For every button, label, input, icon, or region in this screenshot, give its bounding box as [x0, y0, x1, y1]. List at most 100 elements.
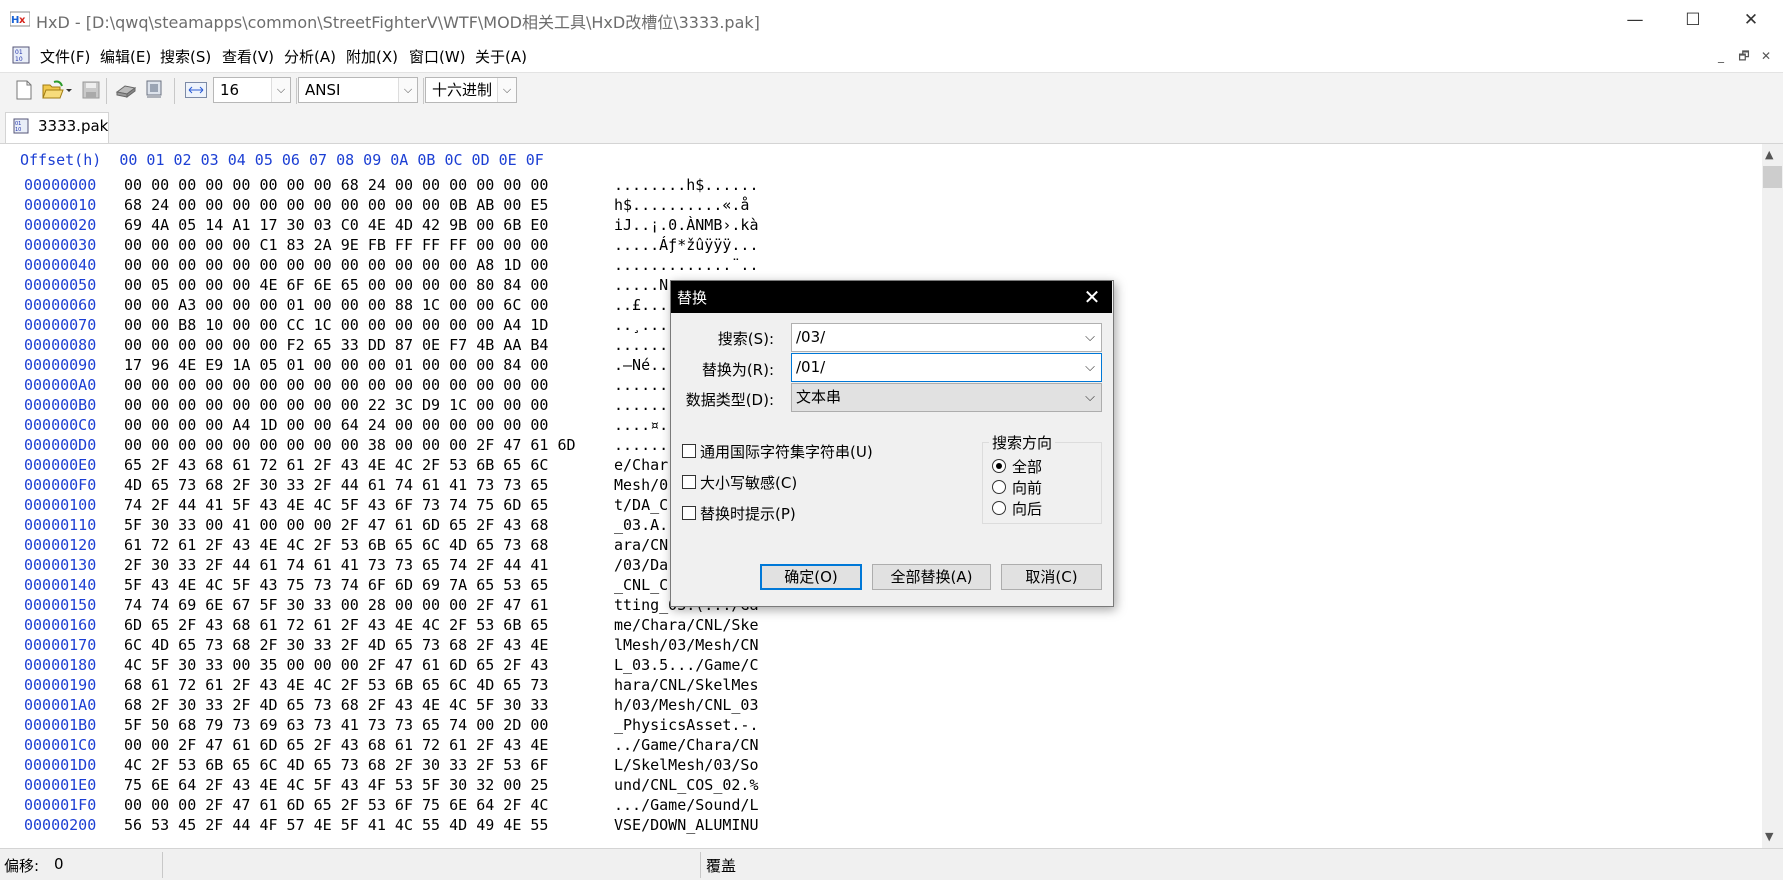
menu-edit[interactable]: 编辑(E)	[100, 46, 151, 67]
row-text[interactable]: ......	[614, 436, 668, 454]
prompt-on-replace-label[interactable]: 替换时提示(P)	[700, 503, 796, 524]
row-hex-bytes[interactable]: 61 72 61 2F 43 4E 4C 2F 53 6B 65 6C 4D 6…	[124, 536, 548, 554]
row-text[interactable]: .....N	[614, 276, 668, 294]
direction-backward-label[interactable]: 向后	[1012, 498, 1042, 519]
row-text[interactable]: VSE/DOWN_ALUMINU	[614, 816, 759, 834]
menu-file[interactable]: 文件(F)	[40, 46, 90, 67]
row-text[interactable]: .–Né..	[614, 356, 668, 374]
row-text[interactable]: ..£...	[614, 296, 668, 314]
row-text[interactable]: ......	[614, 396, 668, 414]
row-text[interactable]: L/SkelMesh/03/So	[614, 756, 759, 774]
row-text[interactable]: /03/Da	[614, 556, 668, 574]
row-text[interactable]: t/DA_C	[614, 496, 668, 514]
row-text[interactable]: me/Chara/CNL/Ske	[614, 616, 759, 634]
row-text[interactable]: .../Game/Sound/L	[614, 796, 759, 814]
row-hex-bytes[interactable]: 69 4A 05 14 A1 17 30 03 C0 4E 4D 42 9B 0…	[124, 216, 548, 234]
row-hex-bytes[interactable]: 6C 4D 65 73 68 2F 30 33 2F 4D 65 73 68 2…	[124, 636, 548, 654]
row-hex-bytes[interactable]: 4C 2F 53 6B 65 6C 4D 65 73 68 2F 30 33 2…	[124, 756, 548, 774]
datatype-select[interactable]: 文本串 ⌵	[791, 383, 1102, 412]
maximize-button[interactable]: ☐	[1664, 0, 1722, 40]
row-text[interactable]: h/03/Mesh/CNL_03	[614, 696, 759, 714]
row-text[interactable]: und/CNL_COS_02.%	[614, 776, 759, 794]
row-hex-bytes[interactable]: 00 00 00 00 00 00 00 00 00 00 00 00 00 0…	[124, 376, 548, 394]
row-hex-bytes[interactable]: 00 00 00 00 00 00 00 00 00 00 00 00 00 A…	[124, 256, 548, 274]
row-hex-bytes[interactable]: 00 00 00 00 00 00 00 00 00 38 00 00 00 2…	[124, 436, 576, 454]
row-hex-bytes[interactable]: 4D 65 73 68 2F 30 33 2F 44 61 74 61 41 7…	[124, 476, 548, 494]
row-hex-bytes[interactable]: 68 24 00 00 00 00 00 00 00 00 00 00 0B A…	[124, 196, 548, 214]
direction-forward-label[interactable]: 向前	[1012, 477, 1042, 498]
prompt-on-replace-checkbox[interactable]	[682, 506, 696, 520]
row-hex-bytes[interactable]: 56 53 45 2F 44 4F 57 4E 5F 41 4C 55 4D 4…	[124, 816, 548, 834]
row-text[interactable]: ara/CN	[614, 536, 668, 554]
open-file-icon[interactable]	[42, 80, 72, 100]
row-hex-bytes[interactable]: 75 6E 64 2F 43 4E 4C 5F 43 4F 53 5F 30 3…	[124, 776, 548, 794]
unicode-checkbox[interactable]	[682, 444, 696, 458]
row-text[interactable]: Mesh/0	[614, 476, 668, 494]
row-text[interactable]: _CNL_C	[614, 576, 668, 594]
row-text[interactable]: L_03.5.../Game/C	[614, 656, 759, 674]
mdi-restore-button[interactable]: 🗗	[1735, 48, 1753, 64]
menu-window[interactable]: 窗口(W)	[409, 46, 466, 67]
menu-extras[interactable]: 附加(X)	[346, 46, 398, 67]
row-hex-bytes[interactable]: 74 2F 44 41 5F 43 4E 4C 5F 43 6F 73 74 7…	[124, 496, 548, 514]
menu-analysis[interactable]: 分析(A)	[284, 46, 336, 67]
row-hex-bytes[interactable]: 4C 5F 30 33 00 35 00 00 00 2F 47 61 6D 6…	[124, 656, 548, 674]
cancel-button[interactable]: 取消(C)	[1001, 564, 1102, 590]
chevron-down-icon[interactable]: ⌵	[1085, 324, 1095, 351]
new-file-icon[interactable]	[15, 80, 33, 100]
case-sensitive-checkbox[interactable]	[682, 475, 696, 489]
row-hex-bytes[interactable]: 00 00 A3 00 00 00 01 00 00 00 88 1C 00 0…	[124, 296, 548, 314]
mdi-minimize-button[interactable]: _	[1712, 48, 1730, 64]
row-text[interactable]: hara/CNL/SkelMes	[614, 676, 759, 694]
row-text[interactable]: e/Char	[614, 456, 668, 474]
search-input[interactable]: /03/ ⌵	[791, 323, 1102, 352]
offset-base-select[interactable]: 十六进制 ⌵	[425, 77, 517, 103]
row-hex-bytes[interactable]: 6D 65 2F 43 68 61 72 61 2F 43 4E 4C 2F 5…	[124, 616, 548, 634]
direction-all-label[interactable]: 全部	[1012, 456, 1042, 477]
row-text[interactable]: ........h$......	[614, 176, 759, 194]
vertical-scrollbar[interactable]	[1762, 144, 1783, 848]
row-text[interactable]: ......	[614, 336, 668, 354]
direction-backward-radio[interactable]	[992, 501, 1006, 515]
case-sensitive-label[interactable]: 大小写敏感(C)	[700, 472, 797, 493]
row-hex-bytes[interactable]: 00 05 00 00 00 4E 6F 6E 65 00 00 00 00 8…	[124, 276, 548, 294]
row-hex-bytes[interactable]: 2F 30 33 2F 44 61 74 61 41 73 73 65 74 2…	[124, 556, 548, 574]
row-text[interactable]: ....¤.	[614, 416, 668, 434]
scroll-down-icon[interactable]: ▼	[1765, 830, 1773, 843]
direction-all-radio[interactable]	[992, 459, 1006, 473]
scroll-up-icon[interactable]: ▲	[1765, 148, 1773, 161]
row-hex-bytes[interactable]: 5F 30 33 00 41 00 00 00 2F 47 61 6D 65 2…	[124, 516, 548, 534]
row-hex-bytes[interactable]: 5F 43 4E 4C 5F 43 75 73 74 6F 6D 69 7A 6…	[124, 576, 548, 594]
menu-view[interactable]: 查看(V)	[222, 46, 274, 67]
direction-forward-radio[interactable]	[992, 480, 1006, 494]
save-icon[interactable]	[82, 80, 100, 100]
menu-about[interactable]: 关于(A)	[475, 46, 527, 67]
row-hex-bytes[interactable]: 00 00 00 00 00 00 00 00 68 24 00 00 00 0…	[124, 176, 548, 194]
charset-select[interactable]: ANSI ⌵	[298, 77, 418, 103]
row-text[interactable]: h$..........«.å	[614, 196, 749, 214]
row-text[interactable]: lMesh/03/Mesh/CN	[614, 636, 759, 654]
menu-search[interactable]: 搜索(S)	[160, 46, 211, 67]
row-hex-bytes[interactable]: 68 61 72 61 2F 43 4E 4C 2F 53 6B 65 6C 4…	[124, 676, 548, 694]
row-text[interactable]: .............¨..	[614, 256, 759, 274]
row-hex-bytes[interactable]: 00 00 00 2F 47 61 6D 65 2F 53 6F 75 6E 6…	[124, 796, 548, 814]
dialog-close-button[interactable]: ✕	[1078, 283, 1106, 311]
replace-input[interactable]: /01/ ⌵	[791, 353, 1102, 382]
open-ram-icon[interactable]	[143, 78, 165, 100]
minimize-button[interactable]: —	[1606, 0, 1664, 40]
bytes-per-row-select[interactable]: 16 ⌵	[213, 77, 291, 103]
row-text[interactable]: ......	[614, 376, 668, 394]
row-text[interactable]: .....Áƒ*žûÿÿÿ...	[614, 236, 759, 254]
row-hex-bytes[interactable]: 65 2F 43 68 61 72 61 2F 43 4E 4C 2F 53 6…	[124, 456, 548, 474]
row-text[interactable]: ../Game/Chara/CN	[614, 736, 759, 754]
unicode-checkbox-label[interactable]: 通用国际字符集字符串(U)	[700, 441, 873, 462]
row-text[interactable]: _03.A.	[614, 516, 668, 534]
chevron-down-icon[interactable]: ⌵	[1085, 354, 1095, 381]
row-hex-bytes[interactable]: 68 2F 30 33 2F 4D 65 73 68 2F 43 4E 4C 5…	[124, 696, 548, 714]
replace-all-button[interactable]: 全部替换(A)	[872, 564, 991, 590]
row-hex-bytes[interactable]: 00 00 2F 47 61 6D 65 2F 43 68 61 72 61 2…	[124, 736, 548, 754]
mdi-close-button[interactable]: ✕	[1757, 48, 1775, 64]
row-hex-bytes[interactable]: 74 74 69 6E 67 5F 30 33 00 28 00 00 00 2…	[124, 596, 548, 614]
ok-button[interactable]: 确定(O)	[760, 564, 862, 590]
row-text[interactable]: _PhysicsAsset.-.	[614, 716, 759, 734]
